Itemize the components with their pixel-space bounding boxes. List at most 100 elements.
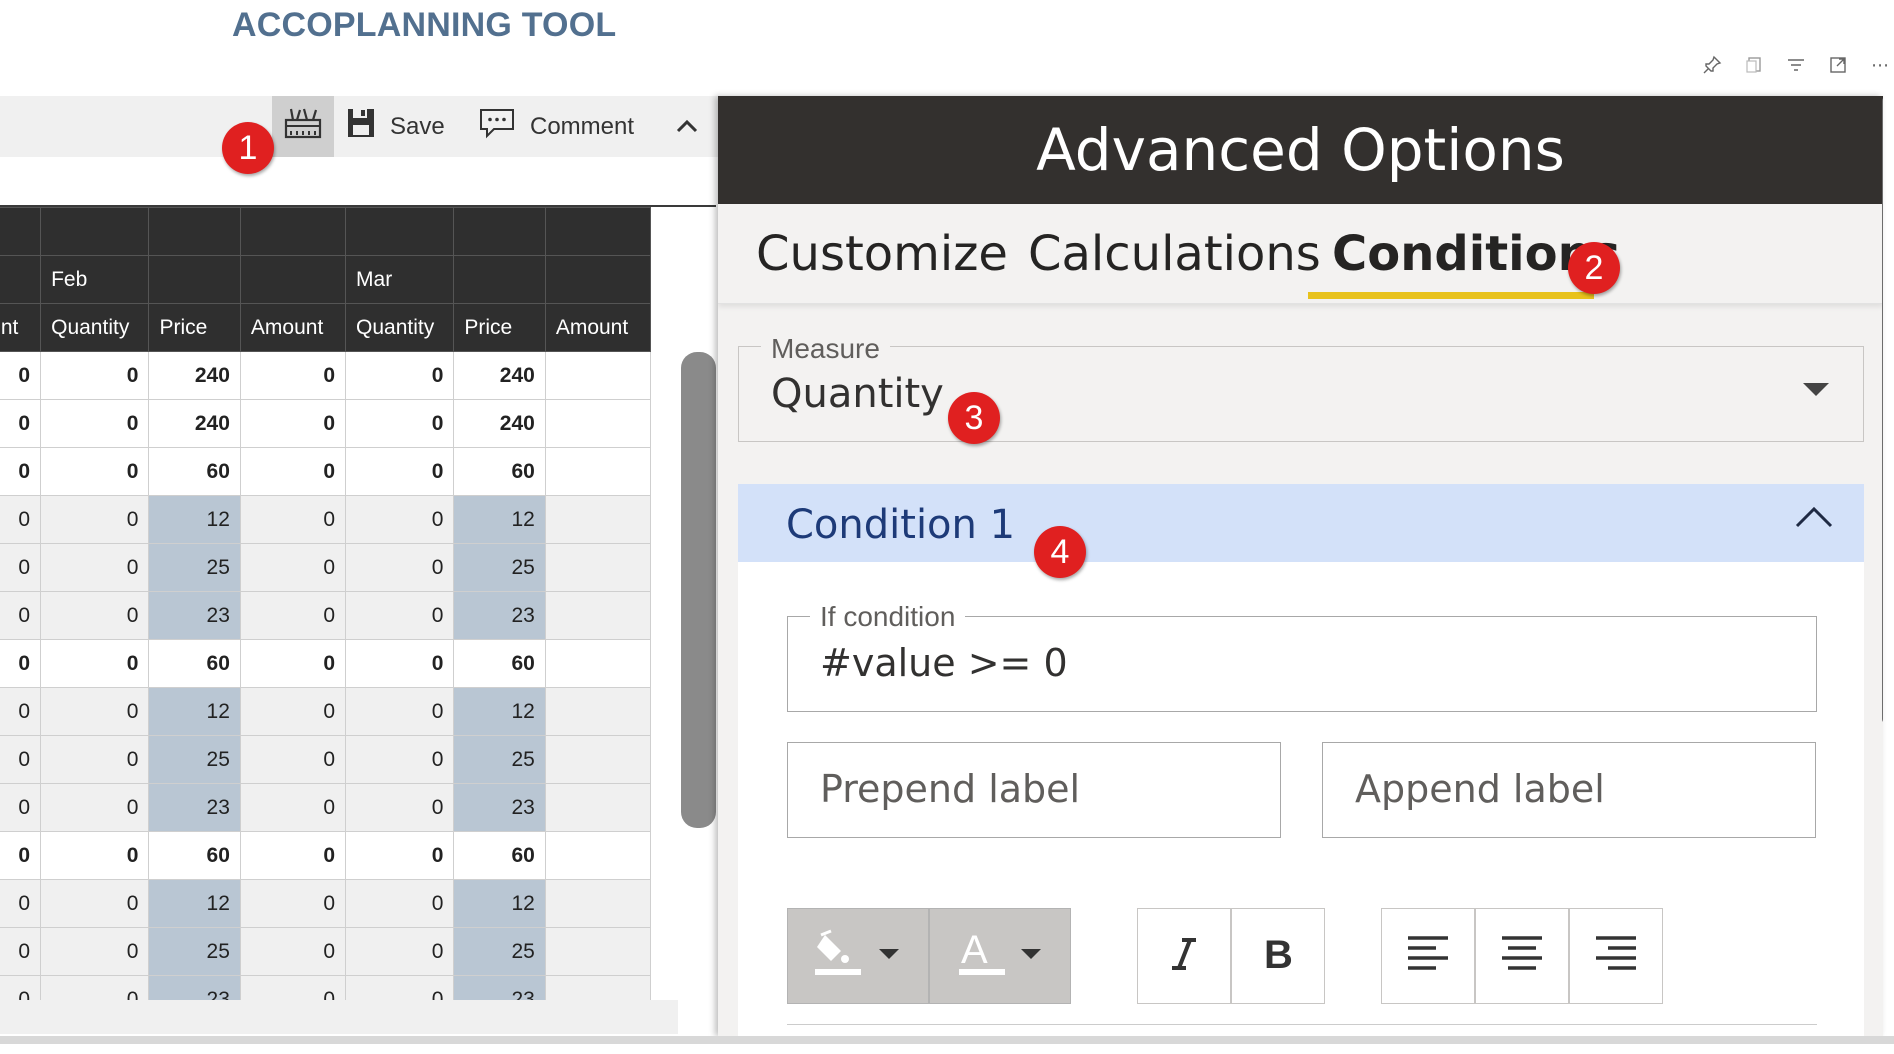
grid-cell[interactable]: 0 bbox=[40, 975, 150, 1000]
grid-cell[interactable]: 60 bbox=[453, 831, 546, 880]
grid-cell[interactable]: 0 bbox=[40, 927, 150, 976]
align-center-button[interactable] bbox=[1475, 908, 1569, 1004]
grid-cell[interactable]: 240 bbox=[453, 351, 546, 400]
grid-cell[interactable]: 0 bbox=[345, 543, 455, 592]
grid-cell[interactable]: 0 bbox=[0, 735, 42, 784]
grid-cell[interactable]: 23 bbox=[453, 975, 546, 1000]
grid-cell[interactable]: 0 bbox=[345, 831, 455, 880]
grid-cell[interactable]: 12 bbox=[453, 495, 546, 544]
grid-cell[interactable]: 240 bbox=[148, 399, 241, 448]
grid-cell[interactable]: 0 bbox=[239, 783, 347, 832]
grid-cell[interactable]: 0 bbox=[0, 591, 42, 640]
grid-cell[interactable]: 0 bbox=[40, 831, 150, 880]
grid-cell[interactable]: 0 bbox=[345, 591, 455, 640]
grid-cell[interactable]: 0 bbox=[345, 783, 455, 832]
grid-cell[interactable]: 60 bbox=[148, 831, 241, 880]
if-condition-field[interactable]: If condition #value >= 0 bbox=[787, 601, 1817, 712]
grid-cell[interactable]: 0 bbox=[0, 495, 42, 544]
font-color-button[interactable]: A bbox=[929, 908, 1071, 1004]
grid-cell[interactable]: 0 bbox=[40, 399, 150, 448]
grid-cell[interactable] bbox=[544, 783, 652, 832]
grid-cell[interactable]: 0 bbox=[239, 687, 347, 736]
grid-cell[interactable]: 0 bbox=[40, 735, 150, 784]
grid-cell[interactable]: 0 bbox=[0, 783, 42, 832]
grid-cell[interactable]: 0 bbox=[345, 351, 455, 400]
grid-cell[interactable]: 0 bbox=[239, 975, 347, 1000]
grid-cell[interactable]: 23 bbox=[453, 783, 546, 832]
bold-button[interactable]: B bbox=[1231, 908, 1325, 1004]
planning-options-button[interactable] bbox=[272, 96, 334, 157]
focus-mode-icon[interactable] bbox=[1828, 55, 1848, 75]
column-header[interactable]: Amount bbox=[0, 303, 42, 352]
grid-cell[interactable]: 0 bbox=[0, 447, 42, 496]
grid-cell[interactable]: 25 bbox=[148, 735, 241, 784]
grid-cell[interactable]: 0 bbox=[239, 543, 347, 592]
grid-cell[interactable] bbox=[544, 543, 652, 592]
grid-cell[interactable]: 0 bbox=[40, 783, 150, 832]
grid-cell[interactable]: 0 bbox=[239, 735, 347, 784]
align-right-button[interactable] bbox=[1569, 908, 1663, 1004]
grid-cell[interactable]: 25 bbox=[453, 735, 546, 784]
grid-cell[interactable]: 25 bbox=[148, 927, 241, 976]
grid-cell[interactable]: 0 bbox=[0, 639, 42, 688]
grid-cell[interactable]: 0 bbox=[345, 495, 455, 544]
grid-cell[interactable]: 0 bbox=[345, 735, 455, 784]
save-button[interactable]: Save bbox=[346, 96, 445, 157]
grid-cell[interactable]: 0 bbox=[40, 495, 150, 544]
grid-cell[interactable]: 0 bbox=[239, 639, 347, 688]
grid-cell[interactable]: 0 bbox=[40, 687, 150, 736]
grid-cell[interactable]: 0 bbox=[239, 447, 347, 496]
collapse-toolbar-button[interactable] bbox=[672, 96, 702, 157]
grid-cell[interactable]: 12 bbox=[453, 879, 546, 928]
grid-cell[interactable]: 25 bbox=[148, 543, 241, 592]
grid-cell[interactable]: 60 bbox=[453, 447, 546, 496]
grid-cell[interactable]: 0 bbox=[345, 639, 455, 688]
filter-icon[interactable] bbox=[1786, 55, 1806, 75]
grid-cell[interactable]: 0 bbox=[239, 831, 347, 880]
grid-cell[interactable]: 0 bbox=[239, 399, 347, 448]
grid-cell[interactable]: 0 bbox=[345, 687, 455, 736]
page-bottom-scrollbar[interactable] bbox=[0, 1036, 1894, 1054]
column-header[interactable]: Quantity bbox=[40, 303, 150, 352]
grid-cell[interactable] bbox=[544, 495, 652, 544]
grid-cell[interactable]: 0 bbox=[40, 879, 150, 928]
column-header[interactable]: Amount bbox=[544, 303, 652, 352]
grid-scrollbar[interactable] bbox=[681, 352, 716, 828]
grid-cell[interactable]: 0 bbox=[0, 975, 42, 1000]
grid-cell[interactable]: 0 bbox=[0, 351, 42, 400]
grid-cell[interactable] bbox=[544, 879, 652, 928]
tab-customize[interactable]: Customize bbox=[756, 226, 1008, 282]
grid-cell[interactable] bbox=[544, 639, 652, 688]
grid-cell[interactable]: 240 bbox=[148, 351, 241, 400]
grid-cell[interactable]: 0 bbox=[0, 687, 42, 736]
grid-cell[interactable]: 0 bbox=[345, 879, 455, 928]
grid-cell[interactable]: 23 bbox=[148, 975, 241, 1000]
grid-cell[interactable]: 23 bbox=[453, 591, 546, 640]
grid-cell[interactable]: 60 bbox=[453, 639, 546, 688]
grid-cell[interactable]: 12 bbox=[148, 879, 241, 928]
grid-cell[interactable]: 25 bbox=[453, 543, 546, 592]
grid-cell[interactable]: 0 bbox=[0, 543, 42, 592]
column-header[interactable]: Price bbox=[453, 303, 546, 352]
condition-header[interactable]: Condition 1 bbox=[738, 484, 1864, 562]
grid-cell[interactable]: 60 bbox=[148, 447, 241, 496]
grid-cell[interactable]: 0 bbox=[0, 879, 42, 928]
prepend-label-input[interactable]: Prepend label bbox=[787, 742, 1281, 838]
grid-cell[interactable]: 240 bbox=[453, 399, 546, 448]
grid-cell[interactable]: 23 bbox=[148, 783, 241, 832]
grid-cell[interactable]: 0 bbox=[345, 975, 455, 1000]
grid-cell[interactable]: 0 bbox=[239, 351, 347, 400]
grid-cell[interactable]: 23 bbox=[148, 591, 241, 640]
fill-color-button[interactable] bbox=[787, 908, 929, 1004]
grid-cell[interactable]: 12 bbox=[453, 687, 546, 736]
align-left-button[interactable] bbox=[1381, 908, 1475, 1004]
copy-icon[interactable] bbox=[1744, 55, 1764, 75]
grid-cell[interactable] bbox=[544, 447, 652, 496]
grid-cell[interactable] bbox=[544, 591, 652, 640]
column-header[interactable]: Quantity bbox=[345, 303, 455, 352]
append-label-input[interactable]: Append label bbox=[1322, 742, 1816, 838]
more-options-icon[interactable]: ⋯ bbox=[1870, 55, 1890, 75]
comment-button[interactable]: Comment bbox=[478, 96, 634, 157]
grid-cell[interactable]: 0 bbox=[345, 399, 455, 448]
grid-cell[interactable]: 0 bbox=[0, 927, 42, 976]
